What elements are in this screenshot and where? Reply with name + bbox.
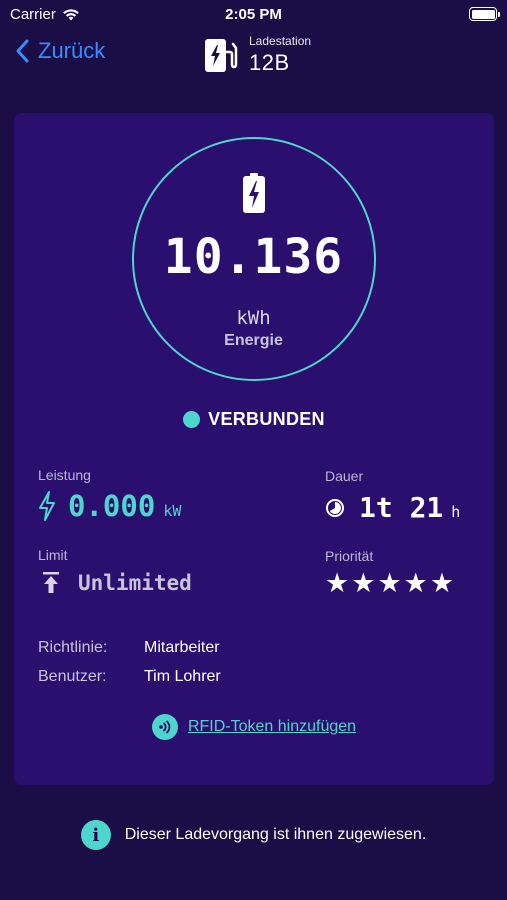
energy-label: Energie: [224, 332, 283, 349]
back-label: Zurück: [38, 38, 106, 63]
upload-limit-icon: [43, 572, 59, 593]
user-value: Tim Lohrer: [144, 668, 221, 685]
status-text: VERBUNDEN: [208, 409, 325, 429]
star-icon: ★: [377, 568, 402, 598]
duration-unit: h: [451, 503, 461, 521]
star-icon: ★: [429, 568, 455, 598]
chevron-left-icon: [16, 39, 29, 63]
status-dot-icon: [183, 411, 201, 428]
charging-station-icon: [205, 39, 238, 72]
charging-session-card: 10.136 kWh Energie VERBUNDEN Leistung 0.…: [14, 113, 494, 785]
duration-value: 1t 21: [359, 491, 444, 524]
station-header: Ladestation 12B: [203, 34, 311, 76]
station-name: 12B: [249, 50, 290, 75]
policy-label: Richtlinie:: [38, 639, 108, 656]
power-value: 0.000: [68, 489, 156, 523]
user-label: Benutzer:: [38, 668, 107, 685]
duration-metric: 1t 21 h: [325, 491, 460, 524]
back-button[interactable]: Zurück: [16, 38, 105, 64]
limit-caption: Limit: [38, 547, 68, 563]
duration-caption: Dauer: [325, 468, 364, 484]
energy-value: 10.136: [163, 229, 344, 285]
energy-gauge: 10.136 kWh Energie: [132, 137, 376, 381]
notice-text: Dieser Ladevorgang ist ihnen zugewiesen.: [124, 826, 427, 843]
limit-metric: Unlimited: [42, 571, 192, 595]
star-icon: ★: [351, 568, 376, 598]
info-icon: i: [80, 820, 111, 850]
priority-rating: ★ ★ ★ ★ ★: [325, 570, 454, 597]
add-rfid-token-button[interactable]: RFID-Token hinzufügen: [14, 714, 494, 740]
battery-charging-icon: [243, 173, 265, 213]
power-caption: Leistung: [38, 467, 91, 483]
status-bar: Carrier 2:05 PM: [0, 0, 507, 30]
priority-caption: Priorität: [325, 548, 374, 564]
energy-unit: kWh: [236, 307, 271, 329]
station-caption: Ladestation: [249, 34, 312, 48]
connection-status: VERBUNDEN: [14, 409, 494, 430]
star-icon: ★: [403, 568, 428, 598]
limit-value: Unlimited: [78, 571, 192, 595]
power-unit: kW: [163, 502, 182, 520]
clock-icon: [326, 498, 344, 517]
lightning-icon: [39, 491, 55, 521]
clock: 2:05 PM: [225, 6, 282, 23]
rfid-link[interactable]: RFID-Token hinzufügen: [188, 718, 356, 736]
policy-value: Mitarbeiter: [144, 639, 220, 656]
rfid-icon: [151, 714, 178, 740]
navigation-bar: Zurück Ladestation 12B: [0, 30, 507, 80]
battery-icon: [469, 7, 500, 21]
star-icon: ★: [325, 568, 350, 598]
assignment-notice: i Dieser Ladevorgang ist ihnen zugewiese…: [0, 820, 507, 850]
power-metric: 0.000 kW: [38, 489, 181, 523]
